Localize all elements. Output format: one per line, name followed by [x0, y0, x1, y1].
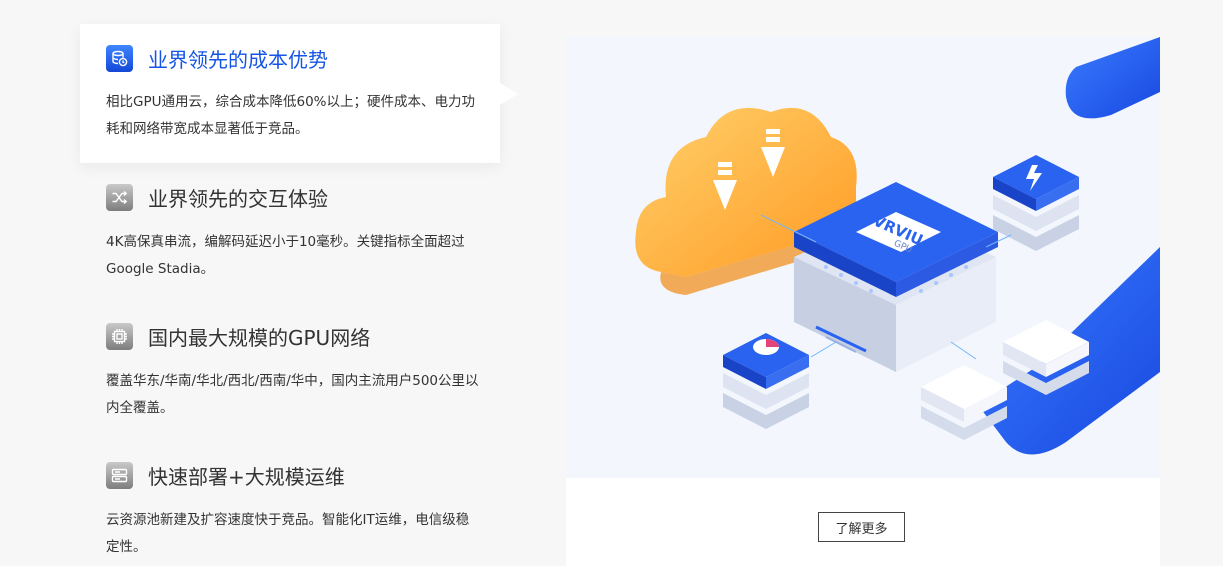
- feature-title: 快速部署+大规模运维: [148, 465, 345, 489]
- feature-title: 国内最大规模的GPU网络: [148, 326, 371, 350]
- learn-more-button[interactable]: 了解更多: [818, 512, 905, 542]
- illustration-panel: VRVIU GPU 了解更多: [566, 37, 1160, 566]
- chip-icon: [106, 323, 133, 350]
- chart-server-icon: [723, 333, 809, 429]
- feature-desc: 覆盖华东/华南/华北/西北/西南/华中，国内主流用户500公里以内全覆盖。: [106, 373, 479, 416]
- shuffle-icon: [106, 184, 133, 211]
- feature-cost[interactable]: 业界领先的成本优势 相比GPU通用云，综合成本降低60%以上；硬件成本、电力功耗…: [80, 24, 518, 163]
- power-server-icon: [993, 155, 1079, 251]
- gpu-cloud-illustration: VRVIU GPU: [566, 37, 1160, 478]
- feature-interaction[interactable]: 业界领先的交互体验 4K高保真串流，编解码延迟小于10毫秒。关键指标全面超过Go…: [80, 183, 500, 283]
- feature-title: 业界领先的成本优势: [148, 48, 328, 72]
- feature-gpu-network[interactable]: 国内最大规模的GPU网络 覆盖华东/华南/华北/西北/西南/华中，国内主流用户5…: [80, 322, 500, 422]
- feature-desc: 4K高保真串流，编解码延迟小于10毫秒。关键指标全面超过Google Stadi…: [106, 234, 465, 277]
- cost-db-icon: [106, 45, 133, 72]
- feature-desc: 云资源池新建及扩容速度快于竞品。智能化IT运维，电信级稳定性。: [106, 512, 470, 555]
- feature-deploy[interactable]: 快速部署+大规模运维 云资源池新建及扩容速度快于竞品。智能化IT运维，电信级稳定…: [80, 461, 500, 561]
- feature-title: 业界领先的交互体验: [148, 187, 328, 211]
- feature-desc: 相比GPU通用云，综合成本降低60%以上；硬件成本、电力功耗和网络带宽成本显著低…: [106, 94, 475, 137]
- server-icon: [106, 462, 133, 489]
